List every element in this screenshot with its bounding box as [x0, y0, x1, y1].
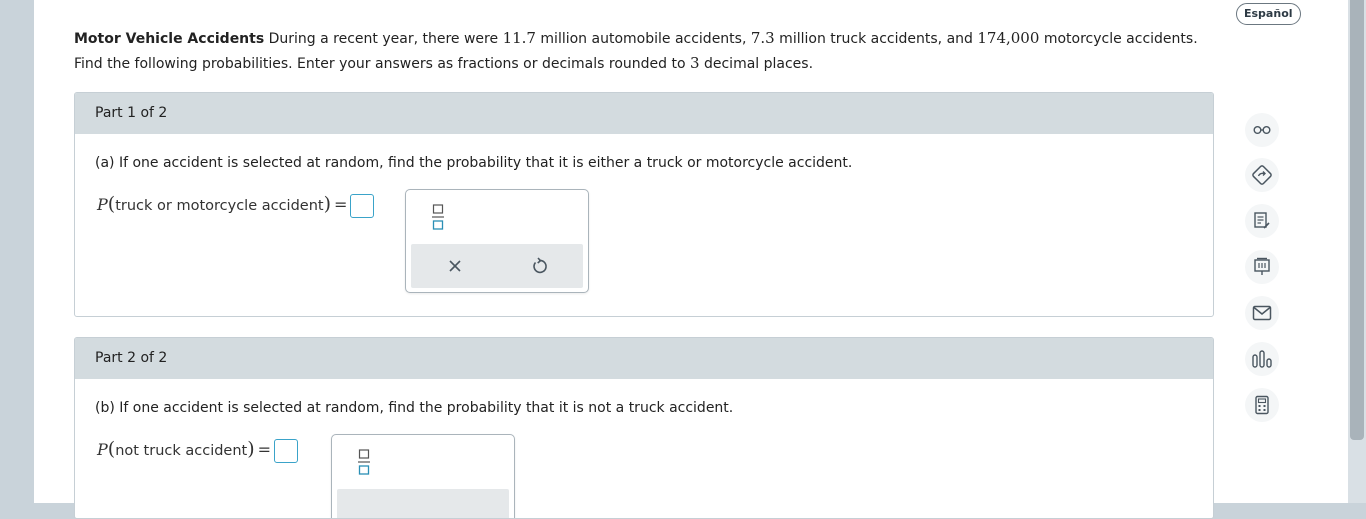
part-1-panel: Part 1 of 2 (a) If one accident is selec…	[74, 92, 1214, 317]
problem-statement: Motor Vehicle Accidents During a recent …	[74, 29, 1198, 72]
undo-icon[interactable]	[529, 256, 549, 276]
part-2-panel: Part 2 of 2 (b) If one accident is selec…	[74, 337, 1214, 519]
part-2-event-label: not truck accident	[115, 443, 248, 459]
truck-count: 7.3	[750, 29, 775, 47]
scrollbar-thumb[interactable]	[1350, 0, 1364, 440]
motorcycle-count: 174,000	[977, 29, 1040, 47]
glasses-icon[interactable]	[1245, 113, 1279, 147]
chart-icon[interactable]	[1245, 342, 1279, 376]
part-2-equation: P(not truck accident) =	[97, 438, 299, 463]
clear-icon[interactable]	[445, 256, 465, 276]
part-1-question: (a) If one accident is selected at rando…	[95, 155, 853, 171]
part-1-answer-input[interactable]	[350, 194, 375, 218]
part-1-math-palette	[405, 189, 589, 293]
calculator-icon[interactable]	[1245, 388, 1279, 422]
part-2-math-palette	[331, 434, 515, 518]
palette-actions	[411, 244, 583, 288]
whiteboard-icon[interactable]	[1245, 250, 1279, 284]
language-toggle-button[interactable]: Español	[1236, 3, 1301, 25]
part-2-header: Part 2 of 2	[75, 338, 1213, 379]
compass-icon[interactable]	[1245, 158, 1279, 192]
part-2-question: (b) If one accident is selected at rando…	[95, 400, 734, 416]
part-1-equation: P(truck or motorcycle accident) =	[97, 193, 375, 218]
part-2-answer-input[interactable]	[274, 439, 299, 463]
automobile-count: 11.7	[502, 29, 536, 47]
problem-title: Motor Vehicle Accidents	[74, 31, 265, 47]
fraction-icon[interactable]	[432, 204, 444, 230]
notes-icon[interactable]	[1245, 204, 1279, 238]
palette-actions	[337, 489, 509, 518]
part-1-header: Part 1 of 2	[75, 93, 1213, 134]
part-1-event-label: truck or motorcycle accident	[115, 198, 324, 214]
mail-icon[interactable]	[1245, 296, 1279, 330]
fraction-icon[interactable]	[358, 449, 370, 475]
